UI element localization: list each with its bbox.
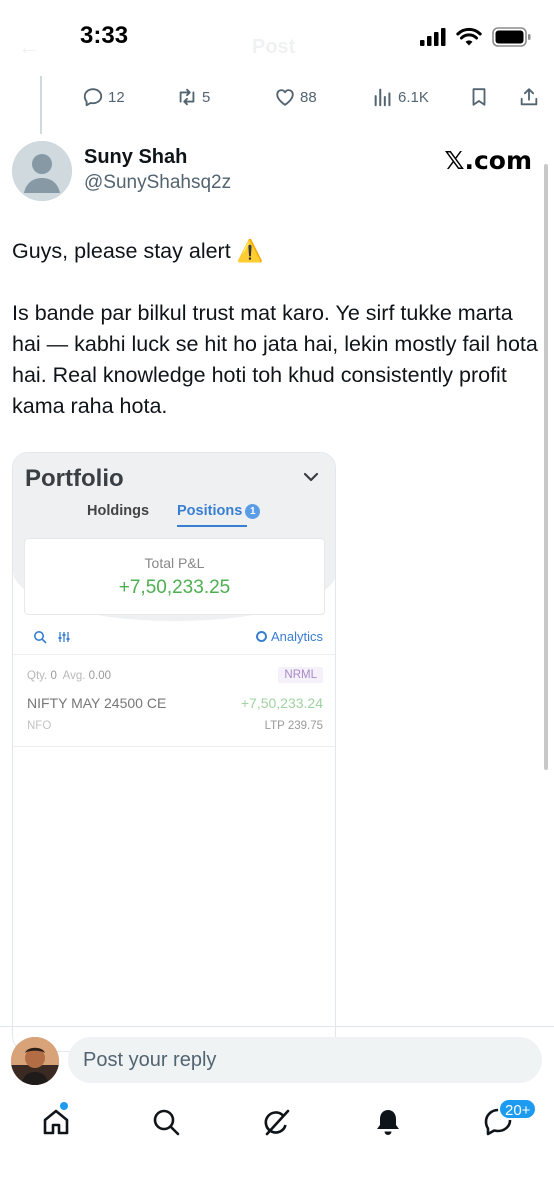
tab-positions-label: Positions bbox=[177, 503, 243, 519]
bookmark-icon bbox=[472, 88, 486, 106]
messages-badge: 20+ bbox=[498, 1098, 538, 1120]
nav-grok[interactable] bbox=[261, 1106, 293, 1138]
tweet-paragraph: Is bande par bilkul trust mat karo. Ye s… bbox=[12, 301, 538, 418]
page-title: Post bbox=[252, 36, 296, 58]
ltp-label: LTP bbox=[264, 720, 285, 732]
repost-count: 5 bbox=[202, 88, 211, 106]
ltp-value: 239.75 bbox=[287, 720, 323, 732]
status-time: 3:33 bbox=[80, 22, 129, 49]
views-chart-icon bbox=[374, 88, 391, 107]
reply-icon bbox=[83, 88, 103, 107]
share-icon bbox=[520, 88, 538, 106]
avg-value: 0.00 bbox=[88, 670, 112, 682]
chevron-down-icon bbox=[303, 472, 319, 482]
grok-icon bbox=[264, 1109, 290, 1136]
reply-bar bbox=[0, 1026, 554, 1096]
positions-toolbar: Analytics bbox=[13, 623, 335, 655]
analytics-link: Analytics bbox=[255, 629, 323, 644]
cellular-signal-icon bbox=[420, 28, 446, 46]
instrument-name: NIFTY MAY 24500 CE bbox=[27, 695, 167, 711]
brand-watermark: 𝕏.com bbox=[444, 146, 532, 175]
reply-action[interactable]: 12 bbox=[82, 80, 125, 114]
reply-input[interactable] bbox=[68, 1037, 542, 1083]
home-notification-dot bbox=[60, 1102, 68, 1110]
repost-icon bbox=[179, 88, 195, 106]
status-bar: ← Post 3:33 bbox=[0, 0, 554, 72]
tab-holdings: Holdings bbox=[87, 503, 150, 519]
heart-icon bbox=[276, 89, 294, 106]
bookmark-action[interactable] bbox=[468, 80, 490, 114]
ltp: LTP 239.75 bbox=[265, 720, 323, 732]
post-action-bar: 12 5 88 6.1K bbox=[0, 80, 554, 114]
nav-messages[interactable]: 20+ bbox=[482, 1098, 538, 1138]
avg-label: Avg. bbox=[62, 670, 86, 682]
reply-count: 12 bbox=[108, 88, 125, 106]
analytics-label: Analytics bbox=[270, 629, 323, 644]
position-pnl: +7,50,233.24 bbox=[240, 695, 323, 711]
like-action[interactable]: 88 bbox=[274, 80, 317, 114]
my-avatar[interactable] bbox=[11, 1037, 59, 1085]
positions-count-badge: 1 bbox=[245, 504, 261, 519]
portfolio-title: Portfolio bbox=[25, 465, 124, 492]
filter-sliders-icon bbox=[58, 632, 70, 642]
author-handle[interactable]: @SunyShahsq2z bbox=[84, 172, 231, 194]
repost-action[interactable]: 5 bbox=[176, 80, 210, 114]
tweet-line-alert: Guys, please stay alert ⚠️ bbox=[12, 239, 264, 263]
tweet-text: Guys, please stay alert ⚠️ Is bande par … bbox=[12, 236, 542, 453]
active-tab-indicator bbox=[177, 525, 247, 527]
total-pnl-card: Total P&L +7,50,233.25 bbox=[24, 538, 325, 615]
bell-icon bbox=[377, 1110, 399, 1135]
author-avatar[interactable] bbox=[12, 141, 72, 201]
total-pnl-label: Total P&L bbox=[144, 555, 205, 571]
nav-search[interactable] bbox=[150, 1106, 182, 1138]
battery-icon bbox=[492, 27, 531, 47]
qty-avg: Qty. 0 Avg. 0.00 bbox=[27, 670, 111, 682]
default-avatar-icon bbox=[12, 141, 72, 201]
product-badge: NRML bbox=[278, 667, 323, 683]
total-pnl-value: +7,50,233.25 bbox=[118, 577, 231, 598]
views-count: 6.1K bbox=[398, 88, 429, 106]
tweet-media-image[interactable]: Portfolio Holdings Positions 1 Total P&L … bbox=[12, 452, 336, 1052]
home-icon bbox=[43, 1109, 69, 1135]
analytics-icon bbox=[255, 631, 267, 642]
tab-positions: Positions 1 bbox=[177, 503, 261, 519]
exchange-label: NFO bbox=[27, 720, 52, 732]
position-row: Qty. 0 Avg. 0.00 NRML NIFTY MAY 24500 CE… bbox=[13, 655, 335, 747]
user-photo-avatar bbox=[11, 1037, 59, 1085]
like-count: 88 bbox=[300, 88, 317, 106]
nav-notifications[interactable] bbox=[372, 1106, 404, 1138]
qty-label: Qty. bbox=[27, 670, 48, 682]
views-action[interactable]: 6.1K bbox=[372, 80, 429, 114]
search-icon bbox=[34, 631, 47, 644]
nav-home[interactable] bbox=[40, 1102, 72, 1138]
status-icons bbox=[420, 26, 532, 48]
author-name[interactable]: Suny Shah bbox=[84, 146, 187, 169]
back-arrow-icon[interactable]: ← bbox=[18, 34, 40, 60]
bottom-nav: 20+ bbox=[0, 1096, 554, 1156]
qty-value: 0 bbox=[50, 670, 57, 682]
scrollbar[interactable] bbox=[544, 164, 548, 770]
wifi-icon bbox=[456, 27, 482, 46]
share-action[interactable] bbox=[518, 80, 540, 114]
search-icon bbox=[153, 1109, 180, 1136]
